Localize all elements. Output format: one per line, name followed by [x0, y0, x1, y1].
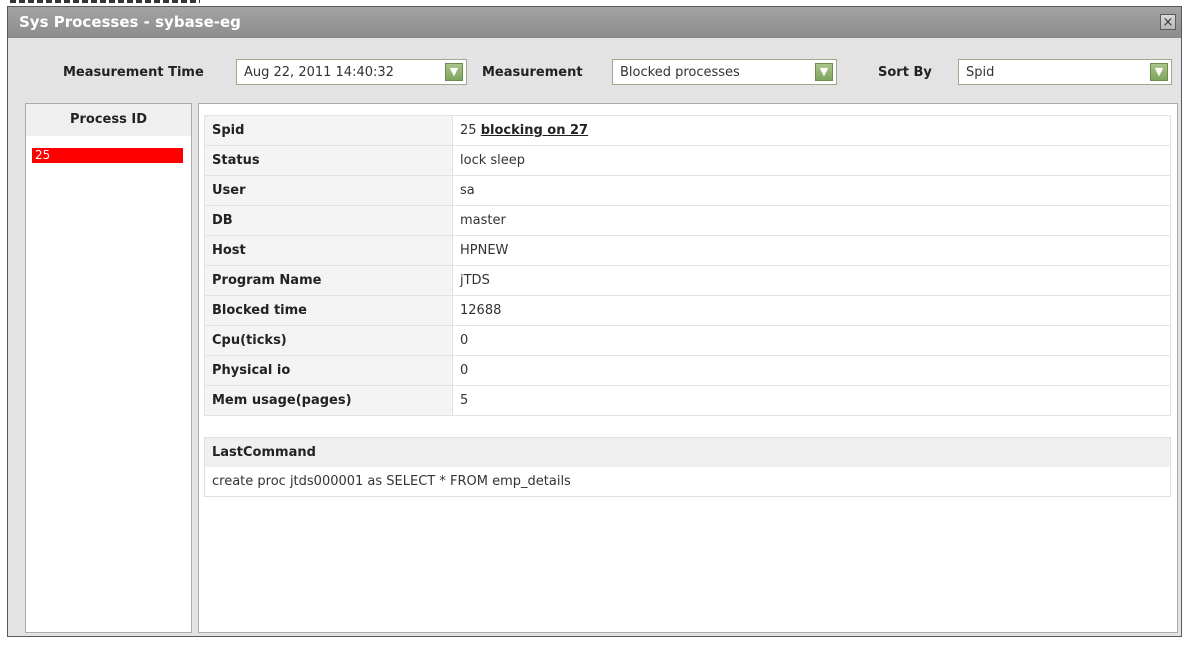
details-table: Spid 25 blocking on 27 Status lock sleep…: [204, 115, 1171, 416]
table-row: Blocked time 12688: [204, 295, 1171, 326]
table-row: Spid 25 blocking on 27: [204, 115, 1171, 146]
row-value: master: [452, 205, 1171, 236]
row-value: 5: [452, 385, 1171, 416]
row-key: Status: [204, 145, 453, 176]
row-key: Host: [204, 235, 453, 266]
measurement-time-value: Aug 22, 2011 14:40:32: [244, 65, 394, 80]
row-key: Program Name: [204, 265, 453, 296]
row-value: 12688: [452, 295, 1171, 326]
measurement-label: Measurement: [482, 65, 583, 80]
chevron-down-icon[interactable]: ▼: [815, 63, 833, 81]
table-row: Program Name jTDS: [204, 265, 1171, 296]
measurement-time-label: Measurement Time: [63, 65, 204, 80]
row-value: lock sleep: [452, 145, 1171, 176]
row-key: User: [204, 175, 453, 206]
process-list-item[interactable]: 25: [32, 148, 183, 163]
blocking-link[interactable]: blocking on 27: [481, 123, 588, 138]
row-key: Mem usage(pages): [204, 385, 453, 416]
row-value: HPNEW: [452, 235, 1171, 266]
table-row: Cpu(ticks) 0: [204, 325, 1171, 356]
last-command-box: LastCommand create proc jtds000001 as SE…: [204, 437, 1171, 497]
row-key: Physical io: [204, 355, 453, 386]
spid-value: 25: [460, 123, 477, 138]
process-id-panel: Process ID 25: [25, 103, 192, 633]
sort-by-value: Spid: [966, 65, 995, 80]
sort-by-select[interactable]: Spid ▼: [958, 59, 1172, 85]
window-titlebar[interactable]: Sys Processes - sybase-eg ×: [8, 7, 1181, 38]
row-key: DB: [204, 205, 453, 236]
measurement-value: Blocked processes: [620, 65, 740, 80]
row-value: sa: [452, 175, 1171, 206]
table-row: Status lock sleep: [204, 145, 1171, 176]
table-row: User sa: [204, 175, 1171, 206]
close-icon[interactable]: ×: [1160, 14, 1176, 30]
last-command-text: create proc jtds000001 as SELECT * FROM …: [212, 474, 571, 489]
row-key: Cpu(ticks): [204, 325, 453, 356]
toolbar: Measurement Time Aug 22, 2011 14:40:32 ▼…: [8, 38, 1181, 93]
chevron-down-icon[interactable]: ▼: [445, 63, 463, 81]
table-row: Physical io 0: [204, 355, 1171, 386]
row-value: 0: [452, 325, 1171, 356]
chevron-down-icon[interactable]: ▼: [1150, 63, 1168, 81]
row-value: 25 blocking on 27: [452, 115, 1171, 146]
process-details-panel: Spid 25 blocking on 27 Status lock sleep…: [198, 103, 1178, 633]
measurement-select[interactable]: Blocked processes ▼: [612, 59, 837, 85]
last-command-header: LastCommand: [205, 438, 1170, 467]
measurement-time-select[interactable]: Aug 22, 2011 14:40:32 ▼: [236, 59, 467, 85]
table-row: Host HPNEW: [204, 235, 1171, 266]
process-id-header: Process ID: [26, 104, 191, 136]
sort-by-label: Sort By: [878, 65, 932, 80]
row-key: Spid: [204, 115, 453, 146]
window-title: Sys Processes - sybase-eg: [19, 13, 241, 31]
row-value: jTDS: [452, 265, 1171, 296]
sys-processes-window: Sys Processes - sybase-eg × Measurement …: [7, 6, 1182, 637]
row-key: Blocked time: [204, 295, 453, 326]
table-row: Mem usage(pages) 5: [204, 385, 1171, 416]
row-value: 0: [452, 355, 1171, 386]
top-edge-ticks: [10, 0, 200, 3]
table-row: DB master: [204, 205, 1171, 236]
